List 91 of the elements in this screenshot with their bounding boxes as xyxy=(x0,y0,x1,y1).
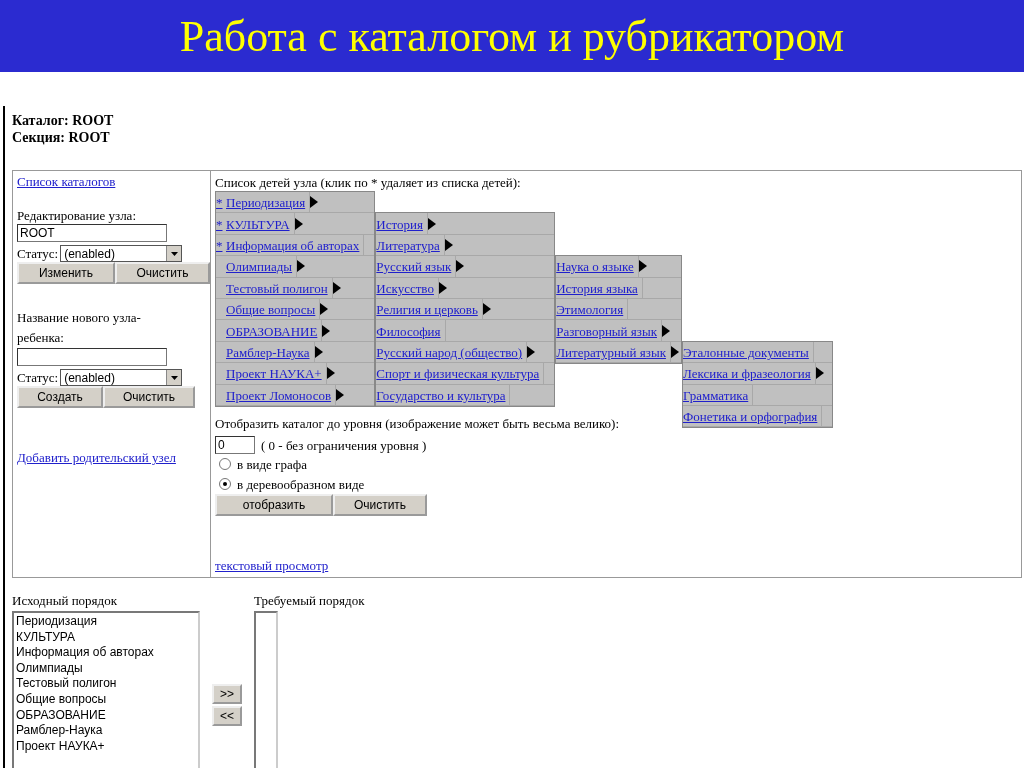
status-dropdown[interactable]: (enabled) xyxy=(60,245,183,262)
list-option[interactable]: Тестовый полигон xyxy=(16,676,196,692)
menu-item-link[interactable]: Проект Ломоносов xyxy=(226,387,332,403)
list-option[interactable]: Рамблер-Наука xyxy=(16,723,196,739)
submenu-arrow-icon xyxy=(456,260,465,273)
submenu-arrow-icon xyxy=(815,367,824,380)
submenu-arrow-icon xyxy=(297,260,306,273)
list-option[interactable]: ОБРАЗОВАНИЕ xyxy=(16,707,196,724)
menu-item-link[interactable]: Фонетика и орфография xyxy=(682,409,818,425)
list-option[interactable]: Проект НАУКА+ xyxy=(16,738,196,755)
display-level-label: Отобразить каталог до уровня (изображение может быть весьма велико): xyxy=(215,415,620,432)
menu-item-link[interactable]: Русский народ (общество) xyxy=(376,344,523,360)
submenu-arrow-icon xyxy=(326,367,335,380)
menu-item-link[interactable]: Олимпиады xyxy=(226,259,293,275)
submenu-arrow-icon xyxy=(438,281,447,294)
menu-item-link[interactable]: Разговорный язык xyxy=(556,323,657,339)
submenu-arrow-icon xyxy=(527,345,536,358)
submenu-arrow-icon xyxy=(314,345,323,358)
catalog-heading: Каталог: ROOT xyxy=(12,112,115,129)
submenu-arrow-icon xyxy=(332,281,341,294)
children-heading: Список детей узла (клик по * удаляет из списка детей): xyxy=(215,174,521,191)
submenu-arrow-icon xyxy=(427,217,436,230)
menu-item-link[interactable]: Тестовый полигон xyxy=(226,280,328,296)
list-option[interactable]: Общие вопросы xyxy=(16,691,196,708)
status-dropdown[interactable]: (enabled) xyxy=(60,369,183,386)
submenu-arrow-icon xyxy=(444,238,453,251)
submenu-arrow-icon xyxy=(638,260,647,273)
field-label: Название нового узла-ребенка: xyxy=(17,309,142,347)
status-label: Статус: xyxy=(17,245,59,262)
submenu-arrow-icon xyxy=(322,324,331,337)
target-order-label: Требуемый порядок xyxy=(254,592,365,609)
menu-item-link[interactable]: КУЛЬТУРА xyxy=(226,216,290,232)
submenu-arrow-icon xyxy=(320,303,329,316)
field-label: Редактирование узла: xyxy=(17,207,136,224)
radio-label: в деревообразном виде xyxy=(237,475,365,493)
menu-item-link[interactable]: Государство и культура xyxy=(376,387,506,403)
menu-item-link[interactable]: Наука о языке xyxy=(556,259,634,275)
menu-item-link[interactable]: Лексика и фразеология xyxy=(682,366,811,382)
move-button[interactable]: << xyxy=(212,706,242,726)
status-label: Статус: xyxy=(17,369,59,386)
menu-item-link[interactable]: Спорт и физическая культура xyxy=(376,366,540,382)
menu-item-link[interactable]: Искусство xyxy=(376,280,434,296)
level-hint: ( 0 - без ограничения уровня ) xyxy=(261,436,427,454)
list-option[interactable]: Информация об авторах xyxy=(16,645,196,661)
menu-item-link[interactable]: Русский язык xyxy=(376,259,452,275)
menu-item-link[interactable]: История xyxy=(376,216,423,232)
submenu-arrow-icon xyxy=(670,345,679,358)
menu-item-link[interactable]: Грамматика xyxy=(682,387,749,403)
slide-title: Работа с каталогом и рубрикатором xyxy=(179,10,845,62)
form-button[interactable]: отобразить xyxy=(215,494,333,516)
submenu-arrow-icon xyxy=(662,324,670,337)
submenu-arrow-icon xyxy=(482,303,491,316)
list-option[interactable]: Периодизация xyxy=(16,614,196,630)
catalog-list-link[interactable]: Список каталогов xyxy=(17,174,116,190)
node-name-field[interactable]: ROOT xyxy=(17,224,167,242)
remove-link[interactable]: * xyxy=(216,195,223,211)
form-button[interactable]: Очистить xyxy=(115,262,210,284)
menu-item-link[interactable]: Этимология xyxy=(556,302,624,318)
menu-item-link[interactable]: ОБРАЗОВАНИЕ xyxy=(226,323,318,339)
list-option[interactable]: Олимпиады xyxy=(16,660,196,677)
add-parent-link[interactable]: Добавить родительский узел xyxy=(17,448,197,468)
submenu-arrow-icon xyxy=(310,196,319,209)
source-order-label: Исходный порядок xyxy=(12,592,117,609)
submenu-arrow-icon xyxy=(336,388,345,401)
level-field[interactable]: 0 xyxy=(215,436,255,454)
menu-item-link[interactable]: Периодизация xyxy=(226,195,306,211)
form-button[interactable]: Изменить xyxy=(17,262,115,284)
remove-link[interactable]: * xyxy=(216,237,223,253)
menu-item-link[interactable]: Эталонные документы xyxy=(682,345,809,360)
menu-item-link[interactable]: Философия xyxy=(376,323,441,339)
form-button[interactable]: Очистить xyxy=(103,386,195,408)
list-option[interactable]: КУЛЬТУРА xyxy=(16,629,196,646)
menu-item-link[interactable]: Литература xyxy=(376,237,440,253)
radio-label: в виде графа xyxy=(237,455,307,473)
menu-item-link[interactable]: Религия и церковь xyxy=(376,302,478,318)
target-listbox[interactable] xyxy=(254,611,278,768)
form-button[interactable]: Создать xyxy=(17,386,103,408)
new-node-field[interactable] xyxy=(17,348,167,366)
section-heading: Секция: ROOT xyxy=(12,129,111,146)
remove-link[interactable]: * xyxy=(216,216,223,232)
menu-item-link[interactable]: Литературный язык xyxy=(556,344,666,360)
menu-item-link[interactable]: История языка xyxy=(556,280,638,296)
source-listbox[interactable]: Периодизация КУЛЬТУРА Информация об авторах Олимпиады Тестовый полигон Общие вопросы ОБРАЗОВАНИЕ Рамблер-Наука Проект НАУКА+ xyxy=(12,611,200,768)
menu-item-link[interactable]: Информация об авторах xyxy=(226,237,360,253)
menu-item-link[interactable]: Проект НАУКА+ xyxy=(226,366,322,382)
text-view-link[interactable]: текстовый просмотр xyxy=(215,558,329,574)
menu-item-link[interactable]: Общие вопросы xyxy=(226,302,316,318)
submenu-arrow-icon xyxy=(294,217,303,230)
move-button[interactable]: >> xyxy=(212,684,242,704)
form-button[interactable]: Очистить xyxy=(333,494,427,516)
menu-item-link[interactable]: Рамблер-Наука xyxy=(226,344,310,360)
